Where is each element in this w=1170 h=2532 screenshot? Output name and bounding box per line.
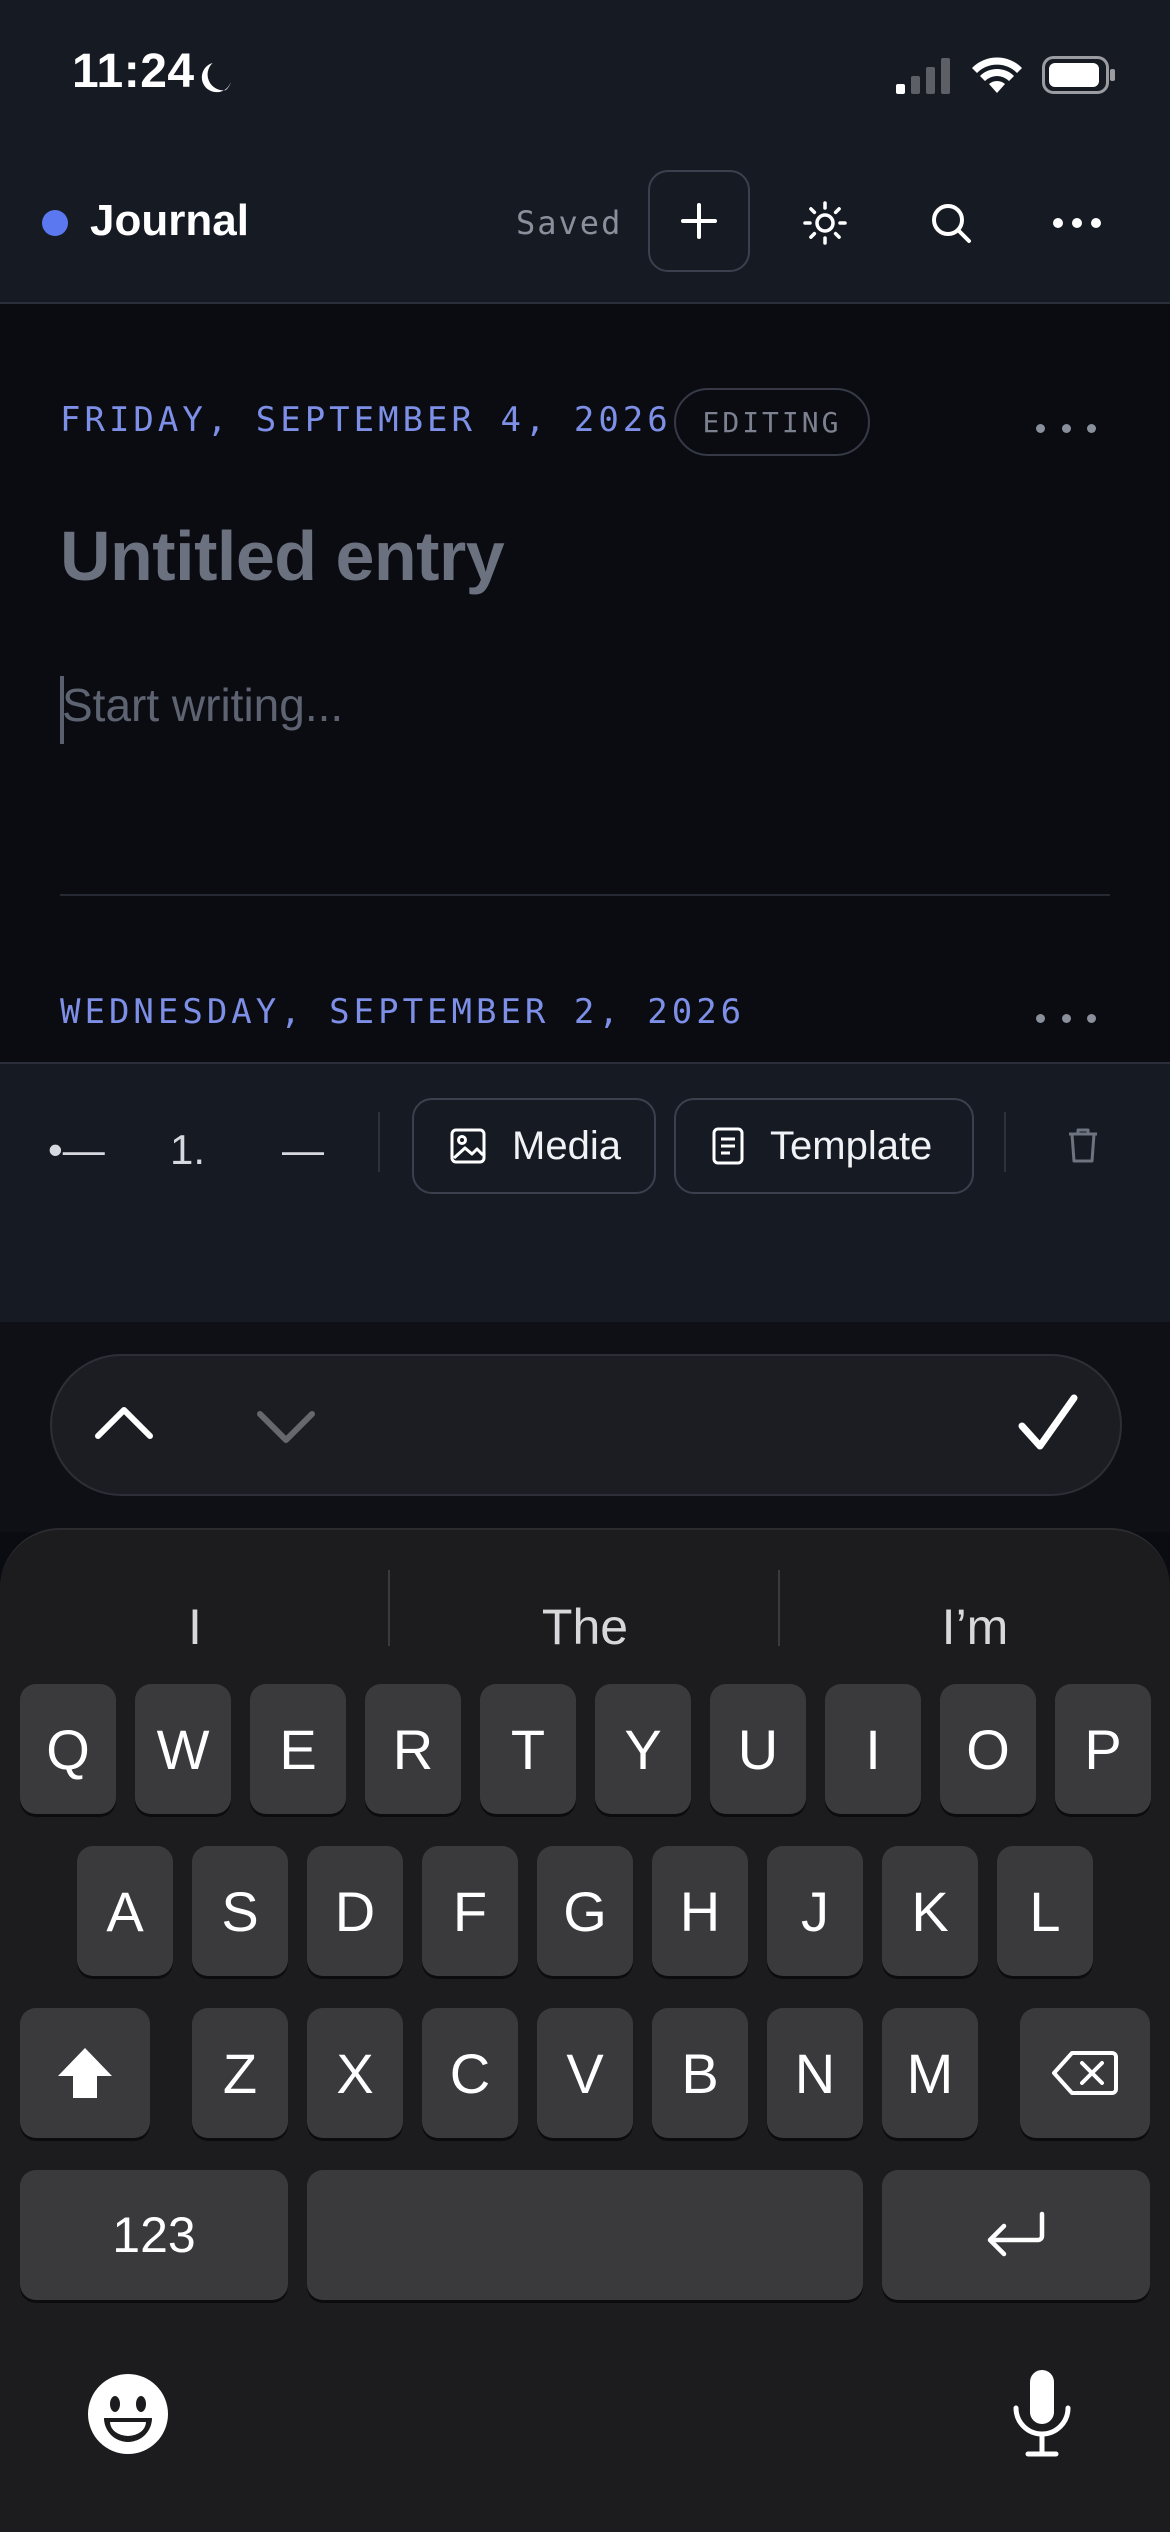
key-n[interactable]: N (767, 2008, 863, 2138)
key-g[interactable]: G (537, 1846, 633, 1976)
entry-date: FRIDAY, SEPTEMBER 4, 2026 (60, 400, 672, 440)
status-icons (896, 52, 1116, 98)
entry-more-button[interactable] (1036, 418, 1096, 438)
bullet-list-button[interactable]: •— (48, 1126, 105, 1174)
divider-button[interactable]: — (282, 1126, 324, 1174)
key-y[interactable]: Y (595, 1684, 691, 1814)
battery-icon (1042, 56, 1115, 94)
delete-key[interactable] (1020, 2008, 1150, 2138)
return-icon (987, 2211, 1045, 2257)
more-options-button[interactable] (1042, 188, 1112, 258)
key-z[interactable]: Z (192, 2008, 288, 2138)
key-h[interactable]: H (652, 1846, 748, 1976)
backspace-icon (1052, 2051, 1118, 2095)
key-d[interactable]: D (307, 1846, 403, 1976)
dot-icon (1036, 1013, 1045, 1023)
key-k[interactable]: K (882, 1846, 978, 1976)
journal-color-dot (42, 210, 68, 236)
return-key[interactable] (882, 2170, 1150, 2300)
new-entry-button[interactable] (648, 170, 750, 272)
cellular-signal-icon (896, 58, 950, 94)
form-navigation-pill (50, 1354, 1122, 1496)
trash-icon[interactable] (1066, 1126, 1100, 1164)
app-title[interactable]: Journal (90, 196, 249, 246)
dot-icon (1036, 423, 1045, 433)
template-label: Template (770, 1123, 933, 1168)
plus-icon (681, 203, 717, 239)
key-c[interactable]: C (422, 2008, 518, 2138)
theme-toggle-button[interactable] (790, 188, 860, 258)
key-e[interactable]: E (250, 1684, 346, 1814)
key-m[interactable]: M (882, 2008, 978, 2138)
moon-icon (201, 63, 231, 93)
key-f[interactable]: F (422, 1846, 518, 1976)
key-v[interactable]: V (537, 2008, 633, 2138)
image-icon (450, 1128, 486, 1164)
key-i[interactable]: I (825, 1684, 921, 1814)
key-p[interactable]: P (1055, 1684, 1151, 1814)
toolbar-separator (1004, 1112, 1006, 1172)
chevron-down-icon[interactable] (256, 1408, 316, 1448)
key-x[interactable]: X (307, 2008, 403, 2138)
shift-key[interactable] (20, 2008, 150, 2138)
shift-icon (58, 2048, 112, 2098)
entry-date[interactable]: WEDNESDAY, SEPTEMBER 2, 2026 (60, 992, 745, 1032)
dot-icon (1087, 1013, 1096, 1023)
keyboard-accessory-bar (0, 1322, 1170, 1532)
more-horizontal-icon (1053, 218, 1101, 228)
template-button[interactable]: Template (674, 1098, 974, 1194)
key-w[interactable]: W (135, 1684, 231, 1814)
status-bar: 11:24 (0, 0, 1170, 148)
key-u[interactable]: U (710, 1684, 806, 1814)
emoji-icon[interactable] (86, 2372, 170, 2456)
suggestion-item[interactable]: The (390, 1572, 780, 1682)
saved-status: Saved (516, 204, 623, 242)
format-toolbar: •— 1. — Media Template (0, 1062, 1170, 1322)
key-j[interactable]: J (767, 1846, 863, 1976)
media-label: Media (512, 1123, 621, 1168)
checkmark-icon[interactable] (1016, 1392, 1080, 1456)
dot-icon (1061, 1013, 1071, 1023)
entry-more-button[interactable] (1036, 1008, 1096, 1028)
key-s[interactable]: S (192, 1846, 288, 1976)
search-icon (932, 204, 971, 243)
status-time: 11:24 (72, 45, 195, 98)
key-l[interactable]: L (997, 1846, 1093, 1976)
chevron-up-icon[interactable] (94, 1402, 154, 1442)
space-bar[interactable] (307, 2170, 863, 2300)
suggestion-item[interactable]: I’m (780, 1572, 1170, 1682)
entries-list: FRIDAY, SEPTEMBER 4, 2026 EDITING Untitl… (0, 306, 1170, 1062)
key-q[interactable]: Q (20, 1684, 116, 1814)
entry-body-input[interactable]: Start writing... (62, 678, 343, 732)
key-a[interactable]: A (77, 1846, 173, 1976)
key-t[interactable]: T (480, 1684, 576, 1814)
numbered-list-button[interactable]: 1. (170, 1126, 205, 1174)
microphone-icon[interactable] (1010, 2368, 1074, 2460)
software-keyboard: I The I’m Q W E R T Y U I O P A S D F G … (0, 1528, 1170, 2532)
key-r[interactable]: R (365, 1684, 461, 1814)
wifi-icon (972, 57, 1022, 93)
suggestion-item[interactable]: I (0, 1572, 390, 1682)
document-icon (712, 1127, 744, 1165)
editing-badge: EDITING (674, 388, 870, 456)
key-b[interactable]: B (652, 2008, 748, 2138)
numbers-key[interactable]: 123 (20, 2170, 288, 2300)
media-button[interactable]: Media (412, 1098, 656, 1194)
entry-title-input[interactable]: Untitled entry (60, 516, 505, 596)
sun-icon (803, 201, 847, 245)
dot-icon (1061, 423, 1071, 433)
entry-divider (60, 894, 1110, 896)
toolbar-separator (378, 1112, 380, 1172)
key-o[interactable]: O (940, 1684, 1036, 1814)
dot-icon (1087, 423, 1096, 433)
app-header: Journal Saved (0, 148, 1170, 304)
search-button[interactable] (916, 188, 986, 258)
